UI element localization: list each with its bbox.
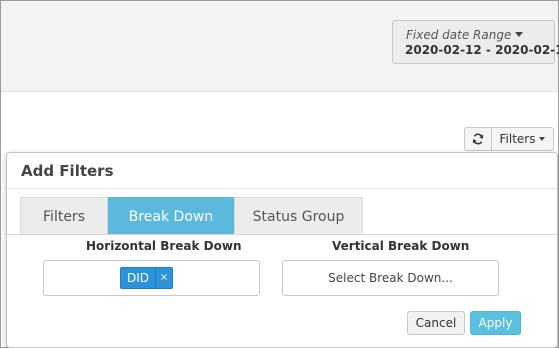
vertical-break-down-select[interactable]: Select Break Down... bbox=[282, 260, 499, 296]
filters-dropdown-button[interactable]: Filters bbox=[492, 127, 554, 151]
panel-title: Add Filters bbox=[21, 162, 114, 180]
date-range-label-row: Fixed date Range bbox=[406, 28, 524, 42]
panel-divider bbox=[7, 188, 557, 189]
tab-filters[interactable]: Filters bbox=[20, 197, 108, 235]
tab-label: Status Group bbox=[252, 208, 345, 225]
tab-strip-divider bbox=[7, 234, 557, 235]
cancel-button[interactable]: Cancel bbox=[407, 311, 465, 335]
caret-down-icon bbox=[515, 32, 524, 37]
date-range-value: 2020-02-12 - 2020-02-12 bbox=[405, 43, 559, 57]
date-range-label: Fixed date Range bbox=[406, 28, 512, 42]
filters-button-label: Filters bbox=[499, 132, 536, 146]
apply-button[interactable]: Apply bbox=[470, 311, 521, 335]
refresh-icon bbox=[472, 133, 484, 145]
tab-label: Break Down bbox=[128, 208, 214, 225]
tab-status-group[interactable]: Status Group bbox=[234, 197, 363, 235]
caret-down-icon bbox=[539, 137, 546, 141]
add-filters-panel: Add Filters Filters Break Down Status Gr… bbox=[6, 152, 558, 348]
refresh-button[interactable] bbox=[464, 127, 492, 151]
horizontal-break-down-label: Horizontal Break Down bbox=[86, 239, 242, 253]
vertical-break-down-label: Vertical Break Down bbox=[332, 239, 470, 253]
tab-label: Filters bbox=[43, 208, 85, 225]
apply-button-label: Apply bbox=[478, 316, 513, 330]
tab-break-down[interactable]: Break Down bbox=[108, 197, 234, 235]
horizontal-break-down-select[interactable]: DID × bbox=[43, 260, 260, 296]
tag-remove-icon[interactable]: × bbox=[155, 268, 172, 288]
selected-tag-did: DID × bbox=[120, 267, 174, 289]
tag-label: DID bbox=[127, 271, 150, 285]
cancel-button-label: Cancel bbox=[415, 316, 457, 330]
date-range-picker[interactable]: Fixed date Range 2020-02-12 - 2020-02-12 bbox=[392, 20, 559, 64]
vertical-break-down-placeholder: Select Break Down... bbox=[328, 271, 453, 285]
